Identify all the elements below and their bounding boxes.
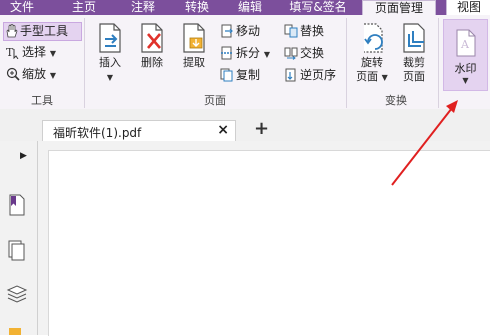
- tools-group-label: 工具: [31, 94, 53, 107]
- tab-home[interactable]: 主页: [62, 0, 106, 15]
- pdf-page[interactable]: [48, 150, 490, 336]
- transform-group-label: 变换: [385, 94, 407, 107]
- copy-page-icon: [220, 68, 233, 82]
- layers-icon[interactable]: [6, 284, 28, 304]
- watermark-button[interactable]: A 水印 ▼: [443, 19, 488, 91]
- watermark-label: 水印: [454, 62, 477, 75]
- pages-group-label: 页面: [204, 94, 226, 107]
- text-select-icon: T: [6, 46, 19, 60]
- copy-label: 复制: [236, 68, 261, 82]
- group-separator: [84, 18, 85, 108]
- chevron-down-icon: ▼: [263, 50, 270, 59]
- swap-label: 交换: [300, 46, 325, 60]
- extract-button[interactable]: 提取: [174, 22, 214, 70]
- page-thumbnails-icon[interactable]: [8, 240, 26, 262]
- crop-page-icon: [403, 23, 425, 53]
- tab-file[interactable]: 文件: [0, 0, 44, 15]
- svg-text:A: A: [460, 38, 470, 51]
- extract-page-icon: [183, 23, 205, 53]
- watermark-icon: A: [456, 29, 475, 57]
- document-tab-title: 福昕软件(1).pdf: [53, 126, 142, 140]
- zoom-button[interactable]: 缩放 ▼: [6, 66, 56, 83]
- rotate-page-button[interactable]: 旋转 页面 ▼: [352, 22, 392, 85]
- svg-text:T: T: [6, 46, 14, 59]
- crop-page-label-line1: 裁剪: [403, 56, 425, 69]
- replace-label: 替换: [300, 24, 325, 38]
- rotate-page-label-line2: 页面 ▼: [356, 70, 388, 83]
- reverse-order-label: 逆页序: [300, 68, 337, 82]
- select-label: 选择: [22, 45, 47, 59]
- close-icon[interactable]: ×: [217, 122, 229, 138]
- hand-tool-label: 手型工具: [20, 24, 69, 38]
- attachments-icon[interactable]: [9, 328, 21, 335]
- zoom-label: 缩放: [22, 67, 47, 81]
- menu-bar: 文件 主页 注释 转换 编辑 填写&签名 页面管理 视图: [0, 0, 490, 17]
- delete-page-icon: [141, 23, 163, 53]
- tab-convert[interactable]: 转换: [175, 0, 219, 15]
- insert-label: 插入: [99, 56, 121, 69]
- tab-fill-sign[interactable]: 填写&签名: [283, 0, 353, 15]
- split-button[interactable]: 拆分 ▼: [220, 45, 270, 62]
- chevron-down-icon: ▼: [106, 73, 114, 82]
- replace-page-icon: [284, 24, 298, 38]
- chevron-down-icon: ▼: [49, 49, 56, 58]
- hand-tool-button[interactable]: 手型工具: [3, 22, 82, 41]
- reverse-order-button[interactable]: 逆页序: [284, 67, 336, 84]
- move-page-icon: [221, 24, 233, 38]
- move-label: 移动: [236, 24, 261, 38]
- chevron-down-icon: ▼: [49, 71, 56, 80]
- reverse-order-icon: [285, 68, 296, 82]
- delete-label: 删除: [141, 56, 163, 69]
- insert-page-icon: [99, 23, 121, 53]
- split-page-icon: [221, 46, 233, 60]
- group-separator: [346, 18, 347, 108]
- swap-button[interactable]: 交换: [284, 45, 324, 62]
- split-label: 拆分: [236, 46, 261, 60]
- group-separator: [438, 18, 439, 108]
- insert-button[interactable]: 插入 ▼: [90, 22, 130, 83]
- expand-panel-icon[interactable]: ▶: [20, 151, 27, 161]
- delete-button[interactable]: 删除: [132, 22, 172, 70]
- copy-button[interactable]: 复制: [220, 67, 260, 84]
- crop-page-button[interactable]: 裁剪 页面: [394, 22, 434, 84]
- swap-pages-icon: [284, 47, 298, 60]
- zoom-icon: [6, 67, 20, 81]
- replace-button[interactable]: 替换: [284, 23, 324, 40]
- tab-comment[interactable]: 注释: [121, 0, 165, 15]
- rotate-page-label-line1: 旋转: [361, 56, 383, 69]
- tab-view[interactable]: 视图: [446, 0, 490, 15]
- hand-icon: [6, 24, 18, 38]
- chevron-down-icon: ▼: [381, 73, 388, 82]
- tab-edit[interactable]: 编辑: [228, 0, 272, 15]
- chevron-down-icon: ▼: [462, 76, 469, 85]
- bookmark-icon[interactable]: [8, 194, 26, 216]
- extract-label: 提取: [183, 56, 205, 69]
- rotate-page-icon: [364, 23, 383, 53]
- navigation-panel: [0, 141, 38, 335]
- new-tab-button[interactable]: +: [254, 118, 269, 139]
- move-button[interactable]: 移动: [220, 23, 260, 40]
- document-tab[interactable]: 福昕软件(1).pdf ×: [42, 120, 236, 142]
- crop-page-label-line2: 页面: [403, 70, 425, 83]
- select-button[interactable]: T 选择 ▼: [6, 44, 56, 61]
